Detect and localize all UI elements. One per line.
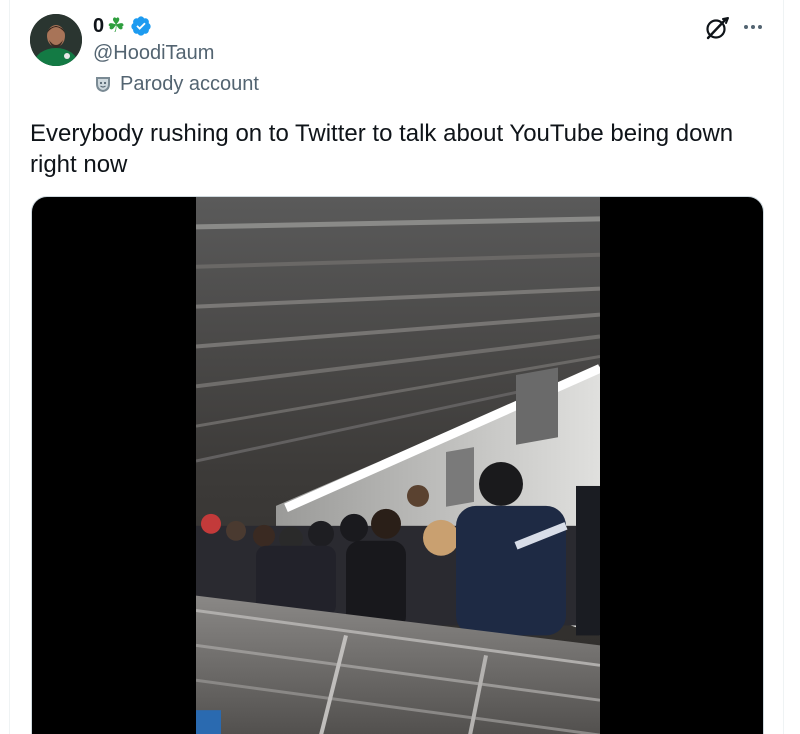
- more-horizontal-icon[interactable]: [739, 15, 767, 39]
- avatar-image: [30, 14, 82, 66]
- author-name-row[interactable]: 0 ☘: [93, 14, 152, 38]
- theater-mask-icon: [96, 77, 110, 92]
- more-dot: [758, 25, 762, 29]
- more-dot: [744, 25, 748, 29]
- verified-badge-icon[interactable]: [130, 15, 152, 37]
- tweet-media-video[interactable]: [31, 196, 764, 734]
- grok-icon[interactable]: [704, 15, 730, 41]
- shamrock-emoji: ☘: [107, 15, 126, 37]
- author-handle[interactable]: @HoodiTaum: [93, 41, 214, 65]
- video-thumbnail: [196, 197, 600, 734]
- tweet-text: Everybody rushing on to Twitter to talk …: [30, 120, 734, 178]
- avatar[interactable]: [30, 14, 82, 66]
- parody-label-text: Parody account: [120, 73, 259, 95]
- video-frame[interactable]: [196, 197, 600, 734]
- display-name[interactable]: 0: [93, 14, 104, 38]
- more-dot: [751, 25, 755, 29]
- parody-label: Parody account: [94, 72, 259, 96]
